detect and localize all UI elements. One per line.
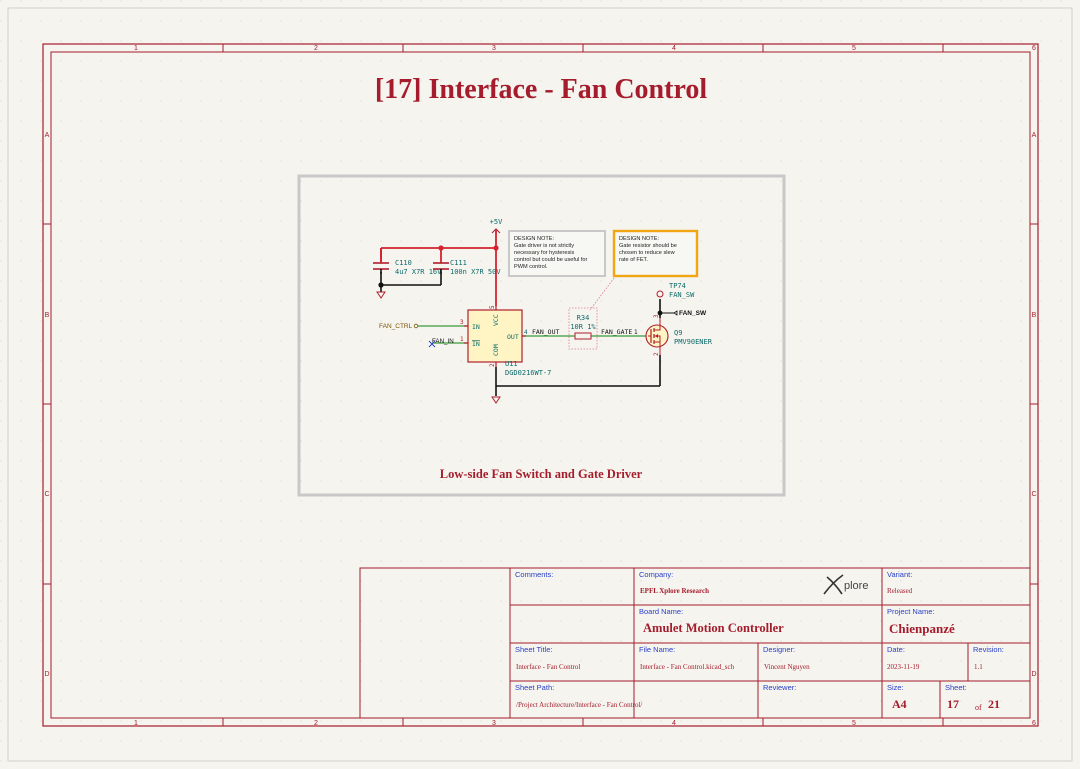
tb-revision: 1.1 <box>974 663 983 671</box>
frame-col-label: 2 <box>314 45 318 52</box>
tb-variant: Released <box>887 587 913 595</box>
frame-row-label: C <box>1031 491 1036 498</box>
u11-pin-num: 4 <box>524 329 528 336</box>
note-line: necessary for hysteresis <box>514 250 575 256</box>
tb-sheet-path-label: Sheet Path: <box>515 683 554 692</box>
page-title: [17] Interface - Fan Control <box>375 74 708 105</box>
tb-date-label: Date: <box>887 645 905 654</box>
tb-sheet-title: Interface - Fan Control <box>516 663 580 671</box>
tb-company-label: Company: <box>639 570 673 579</box>
c111-ref: C111 <box>450 259 467 267</box>
q9-value: PMV90ENER <box>674 338 713 346</box>
tb-of-label: of <box>975 703 982 712</box>
frame-col-label: 1 <box>134 45 138 52</box>
c110-ref: C110 <box>395 259 412 267</box>
tb-reviewer-label: Reviewer: <box>763 683 796 692</box>
note-line: DESIGN NOTE: <box>514 236 555 242</box>
frame-col-label: 3 <box>492 720 496 727</box>
net-label-text: FAN_SW <box>679 310 707 317</box>
design-note-gate-driver: DESIGN NOTE: Gate driver is not strictly… <box>508 230 606 277</box>
net-label-fan-out: FAN_OUT <box>532 328 559 336</box>
u11-pin-com: COM <box>492 344 500 356</box>
frame-row-label: B <box>45 312 50 319</box>
tp74-ref: TP74 <box>669 282 686 290</box>
tb-sheet-total: 21 <box>988 697 1000 711</box>
tb-board-name: Amulet Motion Controller <box>643 621 784 635</box>
q9-pin-num: 1 <box>634 329 638 336</box>
u11-pin-out: OUT <box>507 333 519 341</box>
q9-ref: Q9 <box>674 329 682 337</box>
frame-col-label: 2 <box>314 720 318 727</box>
u11-pin-num: 1 <box>460 336 464 343</box>
group-title: Low-side Fan Switch and Gate Driver <box>440 467 643 481</box>
q9-pin-num: 3 <box>653 314 660 318</box>
u11-pin-vcc: VCC <box>492 314 500 326</box>
design-note-gate-resistor: DESIGN NOTE: Gate resistor should be cho… <box>612 229 699 278</box>
power-label: +5V <box>490 218 503 226</box>
net-label-text: FAN_CTRL <box>379 323 413 330</box>
tb-date: 2023-11-19 <box>887 663 920 671</box>
q9-pin-num: 2 <box>653 352 660 356</box>
tb-project-name: Chienpanzé <box>889 621 955 636</box>
tb-sheet-path: /Project Architecture/Interface - Fan Co… <box>516 701 642 709</box>
tb-company: EPFL Xplore Research <box>640 587 709 595</box>
u11-pin-num: 5 <box>489 305 496 309</box>
logo-text: plore <box>844 580 868 592</box>
frame-col-label: 1 <box>134 720 138 727</box>
u11-pin-in: IN <box>472 323 480 331</box>
tb-board-name-label: Board Name: <box>639 607 683 616</box>
net-label-fan-gate: FAN_GATE <box>601 328 632 336</box>
frame-col-label: 6 <box>1032 720 1036 727</box>
note-line: DESIGN NOTE: <box>619 236 660 242</box>
frame-row-label: C <box>44 491 49 498</box>
net-label-text: FAN_IN <box>432 338 454 345</box>
frame-col-label: 4 <box>672 45 676 52</box>
frame-row-label: A <box>45 132 50 139</box>
tb-revision-label: Revision: <box>973 645 1004 654</box>
tb-file-name-label: File Name: <box>639 645 675 654</box>
tb-designer: Vincent Nguyen <box>764 663 810 671</box>
r34-value: 10R 1% <box>570 323 596 331</box>
tb-comments-label: Comments: <box>515 570 553 579</box>
frame-col-label: 6 <box>1032 45 1036 52</box>
tb-designer-label: Designer: <box>763 645 795 654</box>
note-line: control but could be useful for <box>514 257 588 263</box>
u11-pin-num: 3 <box>460 319 464 326</box>
frame-col-label: 4 <box>672 720 676 727</box>
frame-row-label: D <box>1031 671 1036 678</box>
r34-ref: R34 <box>577 314 590 322</box>
net-label-fan-ctrl: FAN_CTRL <box>379 323 419 330</box>
tp74-value: FAN_SW <box>669 291 695 299</box>
frame-col-label: 5 <box>852 45 856 52</box>
note-line: Gate resistor should be <box>619 243 677 249</box>
tb-sheet-num: 17 <box>947 697 959 711</box>
tb-file-name: Interface - Fan Control.kicad_sch <box>640 663 735 671</box>
frame-row-label: B <box>1032 312 1037 319</box>
tb-variant-label: Variant: <box>887 570 912 579</box>
tb-size: A4 <box>892 697 907 711</box>
u11-pin-num: 2 <box>489 363 496 367</box>
note-line: Gate driver is not strictly <box>514 243 574 249</box>
tb-sheet-title-label: Sheet Title: <box>515 645 553 654</box>
frame-col-label: 3 <box>492 45 496 52</box>
frame-row-label: A <box>1032 132 1037 139</box>
u11-pin-inb: IN <box>472 340 480 348</box>
tb-size-label: Size: <box>887 683 904 692</box>
schematic-sheet: 1 2 3 4 5 6 1 2 3 4 5 6 A B C D A B C D … <box>0 0 1080 769</box>
note-line: chosen to reduce slew <box>619 250 676 256</box>
frame-row-label: D <box>44 671 49 678</box>
u11-value: DGD0216WT-7 <box>505 369 551 377</box>
c111-value: 100n X7R 50V <box>450 268 501 276</box>
tb-project-name-label: Project Name: <box>887 607 935 616</box>
u11-ref: U11 <box>505 360 518 368</box>
note-line: rate of FET. <box>619 257 648 263</box>
tb-sheet-label: Sheet: <box>945 683 967 692</box>
frame-col-label: 5 <box>852 720 856 727</box>
note-line: PWM control. <box>514 264 548 270</box>
